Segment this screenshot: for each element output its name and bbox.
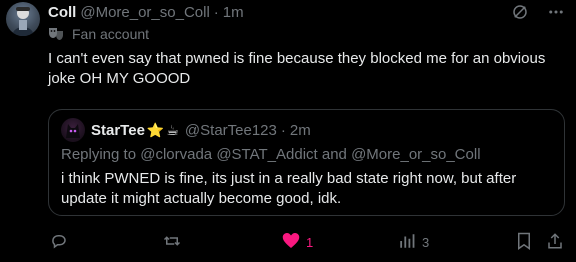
like-button[interactable]: 1 xyxy=(282,231,313,253)
author-avatar[interactable] xyxy=(6,2,40,36)
retweet-button[interactable] xyxy=(162,231,188,253)
analytics-icon xyxy=(398,232,416,253)
mention-stat-addict: @STAT_Addict xyxy=(216,146,318,163)
header-actions xyxy=(510,2,566,22)
tweet-actions: 1 3 xyxy=(48,231,566,253)
author-handle[interactable]: @More_or_so_Coll xyxy=(80,4,209,21)
quote-avatar-figure xyxy=(66,124,80,138)
share-icon xyxy=(546,232,564,253)
bookmark-icon xyxy=(516,232,532,253)
quote-header: StarTee ⭐ ☕ @StarTee123 · 2m xyxy=(61,118,311,142)
mention-clorvada: @clorvada xyxy=(140,146,213,163)
masks-icon xyxy=(48,27,64,41)
replying-to: Replying to @clorvada @STAT_Addict and @… xyxy=(61,146,481,163)
heart-icon xyxy=(282,232,300,252)
tweet[interactable]: Coll @More_or_so_Coll · 1m Fan account I… xyxy=(0,0,576,262)
star-emoji: ⭐ xyxy=(146,121,165,138)
replying-and: and xyxy=(321,146,347,163)
grok-icon[interactable] xyxy=(510,2,530,22)
replying-prefix: Replying to xyxy=(61,146,137,163)
avatar-figure xyxy=(12,7,34,36)
tweet-header: Coll @More_or_so_Coll · 1m xyxy=(48,2,244,22)
fan-account-badge: Fan account xyxy=(48,26,149,42)
reply-button[interactable] xyxy=(50,231,74,253)
quote-handle: @StarTee123 xyxy=(184,121,277,139)
quote-text: i think PWNED is fine, its just in a rea… xyxy=(61,170,517,207)
quoted-tweet[interactable]: StarTee ⭐ ☕ @StarTee123 · 2m Replying to… xyxy=(48,109,565,216)
bookmark-button[interactable] xyxy=(516,231,532,253)
tweet-text: I can't even say that pwned is fine beca… xyxy=(48,50,546,87)
header-separator: · xyxy=(213,3,219,21)
mention-more-or-so-coll: @More_or_so_Coll xyxy=(351,146,481,163)
views-button[interactable]: 3 xyxy=(398,231,429,253)
coffee-emoji: ☕ xyxy=(166,121,179,138)
quote-author-avatar[interactable] xyxy=(61,118,85,142)
reply-icon xyxy=(50,232,68,253)
views-count: 3 xyxy=(422,234,430,250)
quote-display-name[interactable]: StarTee xyxy=(91,122,145,139)
like-count: 1 xyxy=(306,234,314,250)
quote-separator: · xyxy=(280,121,286,139)
quote-timestamp: 2m xyxy=(289,121,311,139)
retweet-icon xyxy=(162,232,182,253)
badge-text: Fan account xyxy=(72,26,150,42)
tweet-timestamp[interactable]: 1m xyxy=(223,4,244,21)
author-display-name[interactable]: Coll xyxy=(48,4,76,21)
share-button[interactable] xyxy=(546,231,564,253)
more-options-icon[interactable] xyxy=(546,2,566,22)
